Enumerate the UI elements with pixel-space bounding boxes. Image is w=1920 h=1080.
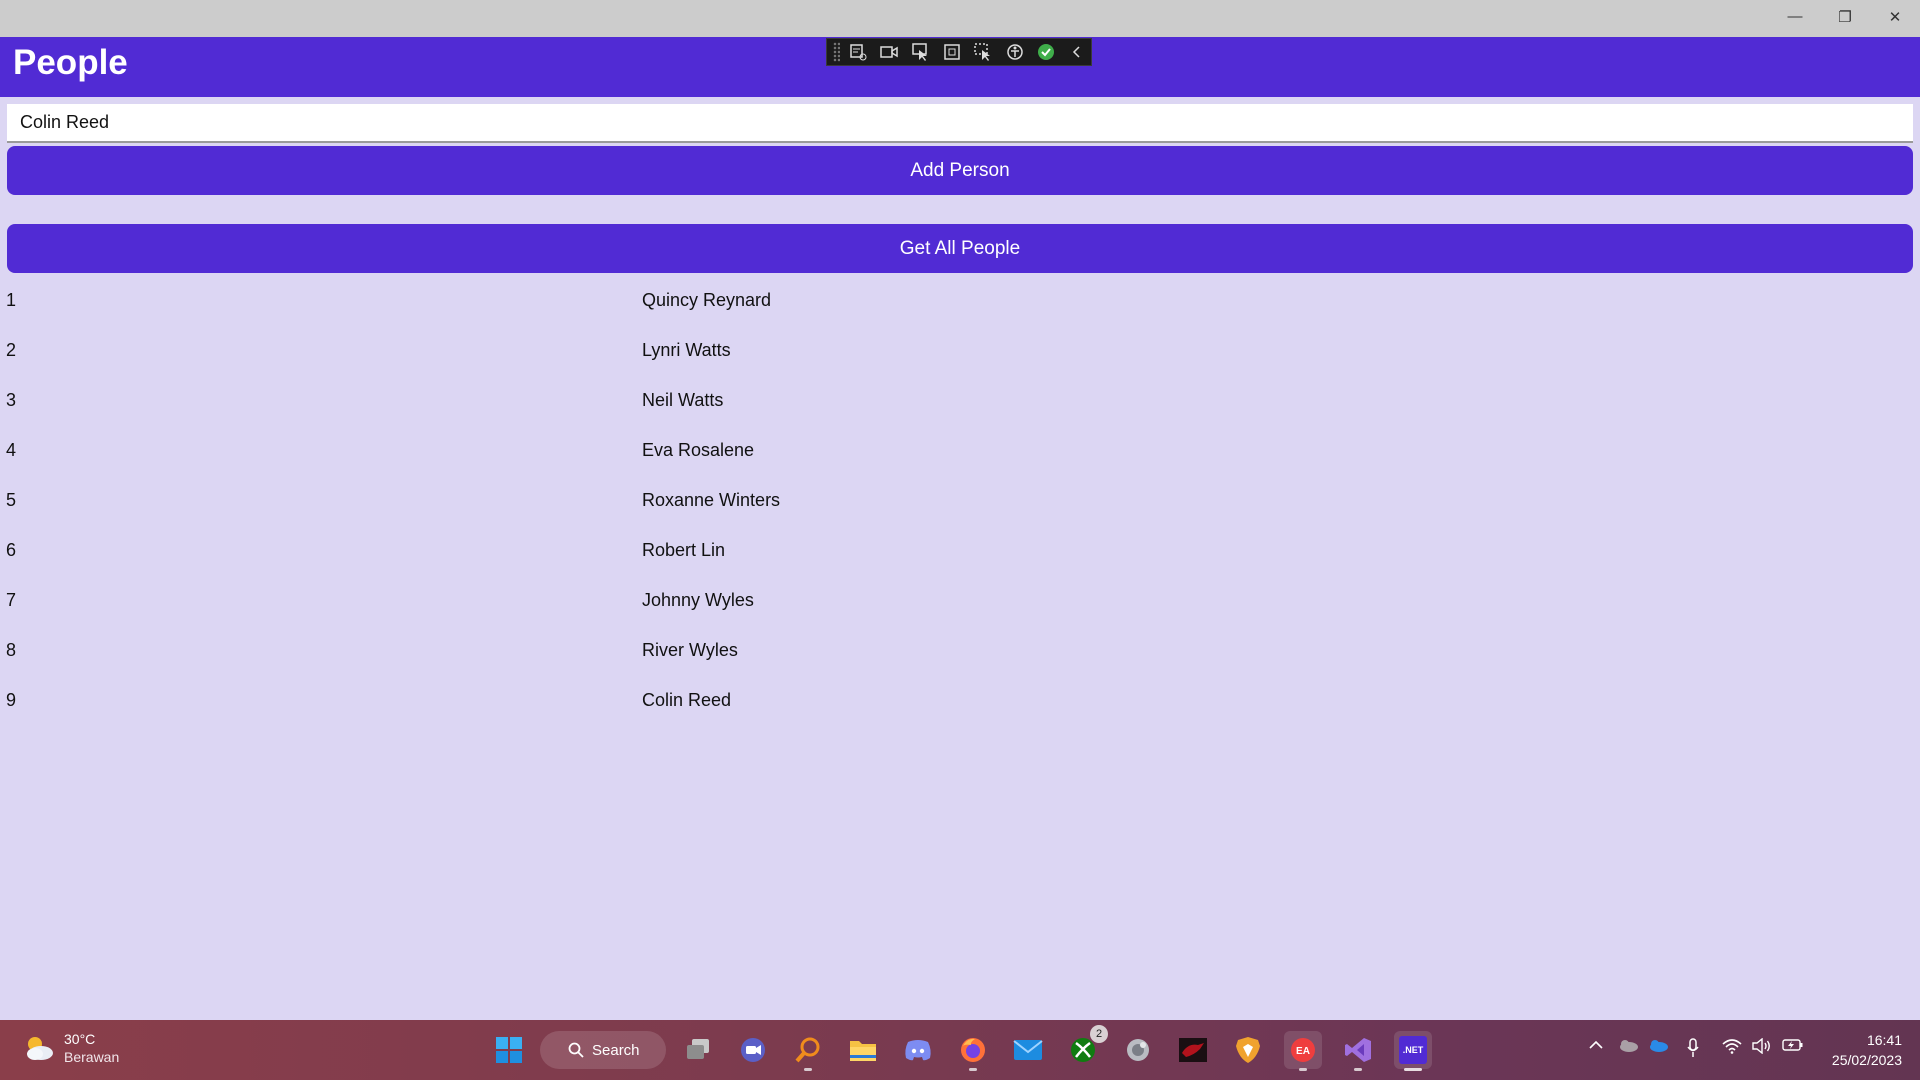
search-label: Search [592,1041,640,1059]
person-name: Johnny Wyles [642,590,754,610]
list-item[interactable]: 3 Neil Watts [0,376,1920,426]
game-launcher-icon[interactable] [1174,1031,1212,1069]
list-item[interactable]: 6 Robert Lin [0,526,1920,576]
people-list: 1 Quincy Reynard 2 Lynri Watts 3 Neil Watts… [0,276,1920,726]
taskbar: 30°C Berawan Search 2 EA .NET 16:41 25/0… [0,1020,1920,1080]
xbox-icon[interactable]: 2 [1064,1025,1108,1069]
mail-icon[interactable] [1009,1031,1047,1069]
partly-cloudy-icon [27,1037,53,1060]
teams-chat-icon[interactable] [734,1031,772,1069]
person-id: 8 [6,640,17,660]
discord-icon[interactable] [899,1031,937,1069]
taskbar-clock[interactable]: 16:41 25/02/2023 [1832,1030,1902,1070]
person-name: River Wyles [642,640,738,660]
dotnet-app-icon[interactable]: .NET [1394,1031,1432,1071]
dotnet-label: .NET [1402,1045,1424,1055]
person-id: 6 [6,540,17,560]
get-all-people-button[interactable]: Get All People [7,224,1913,273]
list-item[interactable]: 4 Eva Rosalene [0,426,1920,476]
person-id: 2 [6,340,17,360]
window-title-bar: — ❐ ✕ [0,0,1920,37]
running-indicator [1354,1068,1362,1071]
close-button[interactable]: ✕ [1870,0,1920,33]
show-hidden-icons-chevron-icon[interactable] [1588,1038,1604,1055]
layout-adorner-icon[interactable] [938,40,965,64]
select-element-icon[interactable] [907,40,934,64]
page-title: People [13,43,128,82]
add-person-button[interactable]: Add Person [7,146,1913,195]
start-button[interactable] [490,1031,528,1069]
maximize-button[interactable]: ❐ [1820,0,1870,33]
collapse-chevron-icon[interactable] [1064,40,1091,64]
running-indicator [1299,1068,1307,1071]
search-magnifier-app-icon[interactable] [789,1031,827,1071]
person-id: 5 [6,490,17,510]
clock-date: 25/02/2023 [1831,1052,1902,1068]
running-indicator [804,1068,812,1071]
taskbar-search[interactable]: Search [540,1031,666,1069]
hot-reload-check-icon[interactable] [1032,40,1059,64]
task-view-icon[interactable] [679,1031,717,1069]
person-name: Eva Rosalene [642,440,755,460]
microphone-icon[interactable] [1686,1038,1700,1061]
minimize-button[interactable]: — [1770,0,1820,33]
file-explorer-icon[interactable] [844,1031,882,1069]
firefox-icon[interactable] [954,1031,992,1071]
weather-condition: Berawan [64,1049,120,1065]
person-name: Roxanne Winters [642,490,781,510]
person-id: 3 [6,390,17,410]
debug-toolbar [826,38,1092,66]
weather-widget[interactable]: 30°C Berawan [22,1030,119,1066]
person-name: Colin Reed [642,690,732,710]
windows-logo-icon [496,1037,522,1063]
notification-badge: 2 [1090,1025,1108,1043]
accessibility-check-icon[interactable] [1001,40,1028,64]
wifi-icon[interactable] [1722,1038,1742,1057]
person-name: Quincy Reynard [642,290,772,310]
running-indicator [969,1068,977,1071]
ea-app-icon[interactable]: EA [1284,1031,1322,1071]
name-input[interactable] [7,104,1913,143]
person-name: Lynri Watts [642,340,731,360]
person-name: Neil Watts [642,390,724,410]
list-item[interactable]: 7 Johnny Wyles [0,576,1920,626]
weather-temperature: 30°C [64,1031,96,1047]
running-indicator [1404,1068,1422,1071]
track-focus-icon[interactable] [970,40,997,64]
brave-browser-icon[interactable] [1229,1031,1267,1069]
list-item[interactable]: 5 Roxanne Winters [0,476,1920,526]
svg-text:EA: EA [1296,1046,1310,1057]
list-item[interactable]: 1 Quincy Reynard [0,276,1920,326]
battery-icon[interactable] [1782,1038,1804,1055]
drag-handle-icon[interactable] [833,42,841,62]
live-visual-tree-icon[interactable] [844,40,871,64]
cloud-sync-icon[interactable] [1617,1038,1639,1055]
game-controller-app-icon[interactable] [1119,1031,1157,1069]
person-name: Robert Lin [642,540,726,560]
list-item[interactable]: 2 Lynri Watts [0,326,1920,376]
list-item[interactable]: 8 River Wyles [0,626,1920,676]
person-id: 7 [6,590,17,610]
onedrive-icon[interactable] [1647,1038,1669,1055]
person-id: 1 [6,290,17,310]
camera-icon[interactable] [876,40,903,64]
search-icon [568,1042,584,1058]
list-item[interactable]: 9 Colin Reed [0,676,1920,726]
person-id: 4 [6,440,17,460]
person-id: 9 [6,690,17,710]
volume-icon[interactable] [1752,1037,1772,1057]
clock-time: 16:41 [1866,1032,1902,1048]
visual-studio-icon[interactable] [1339,1031,1377,1071]
